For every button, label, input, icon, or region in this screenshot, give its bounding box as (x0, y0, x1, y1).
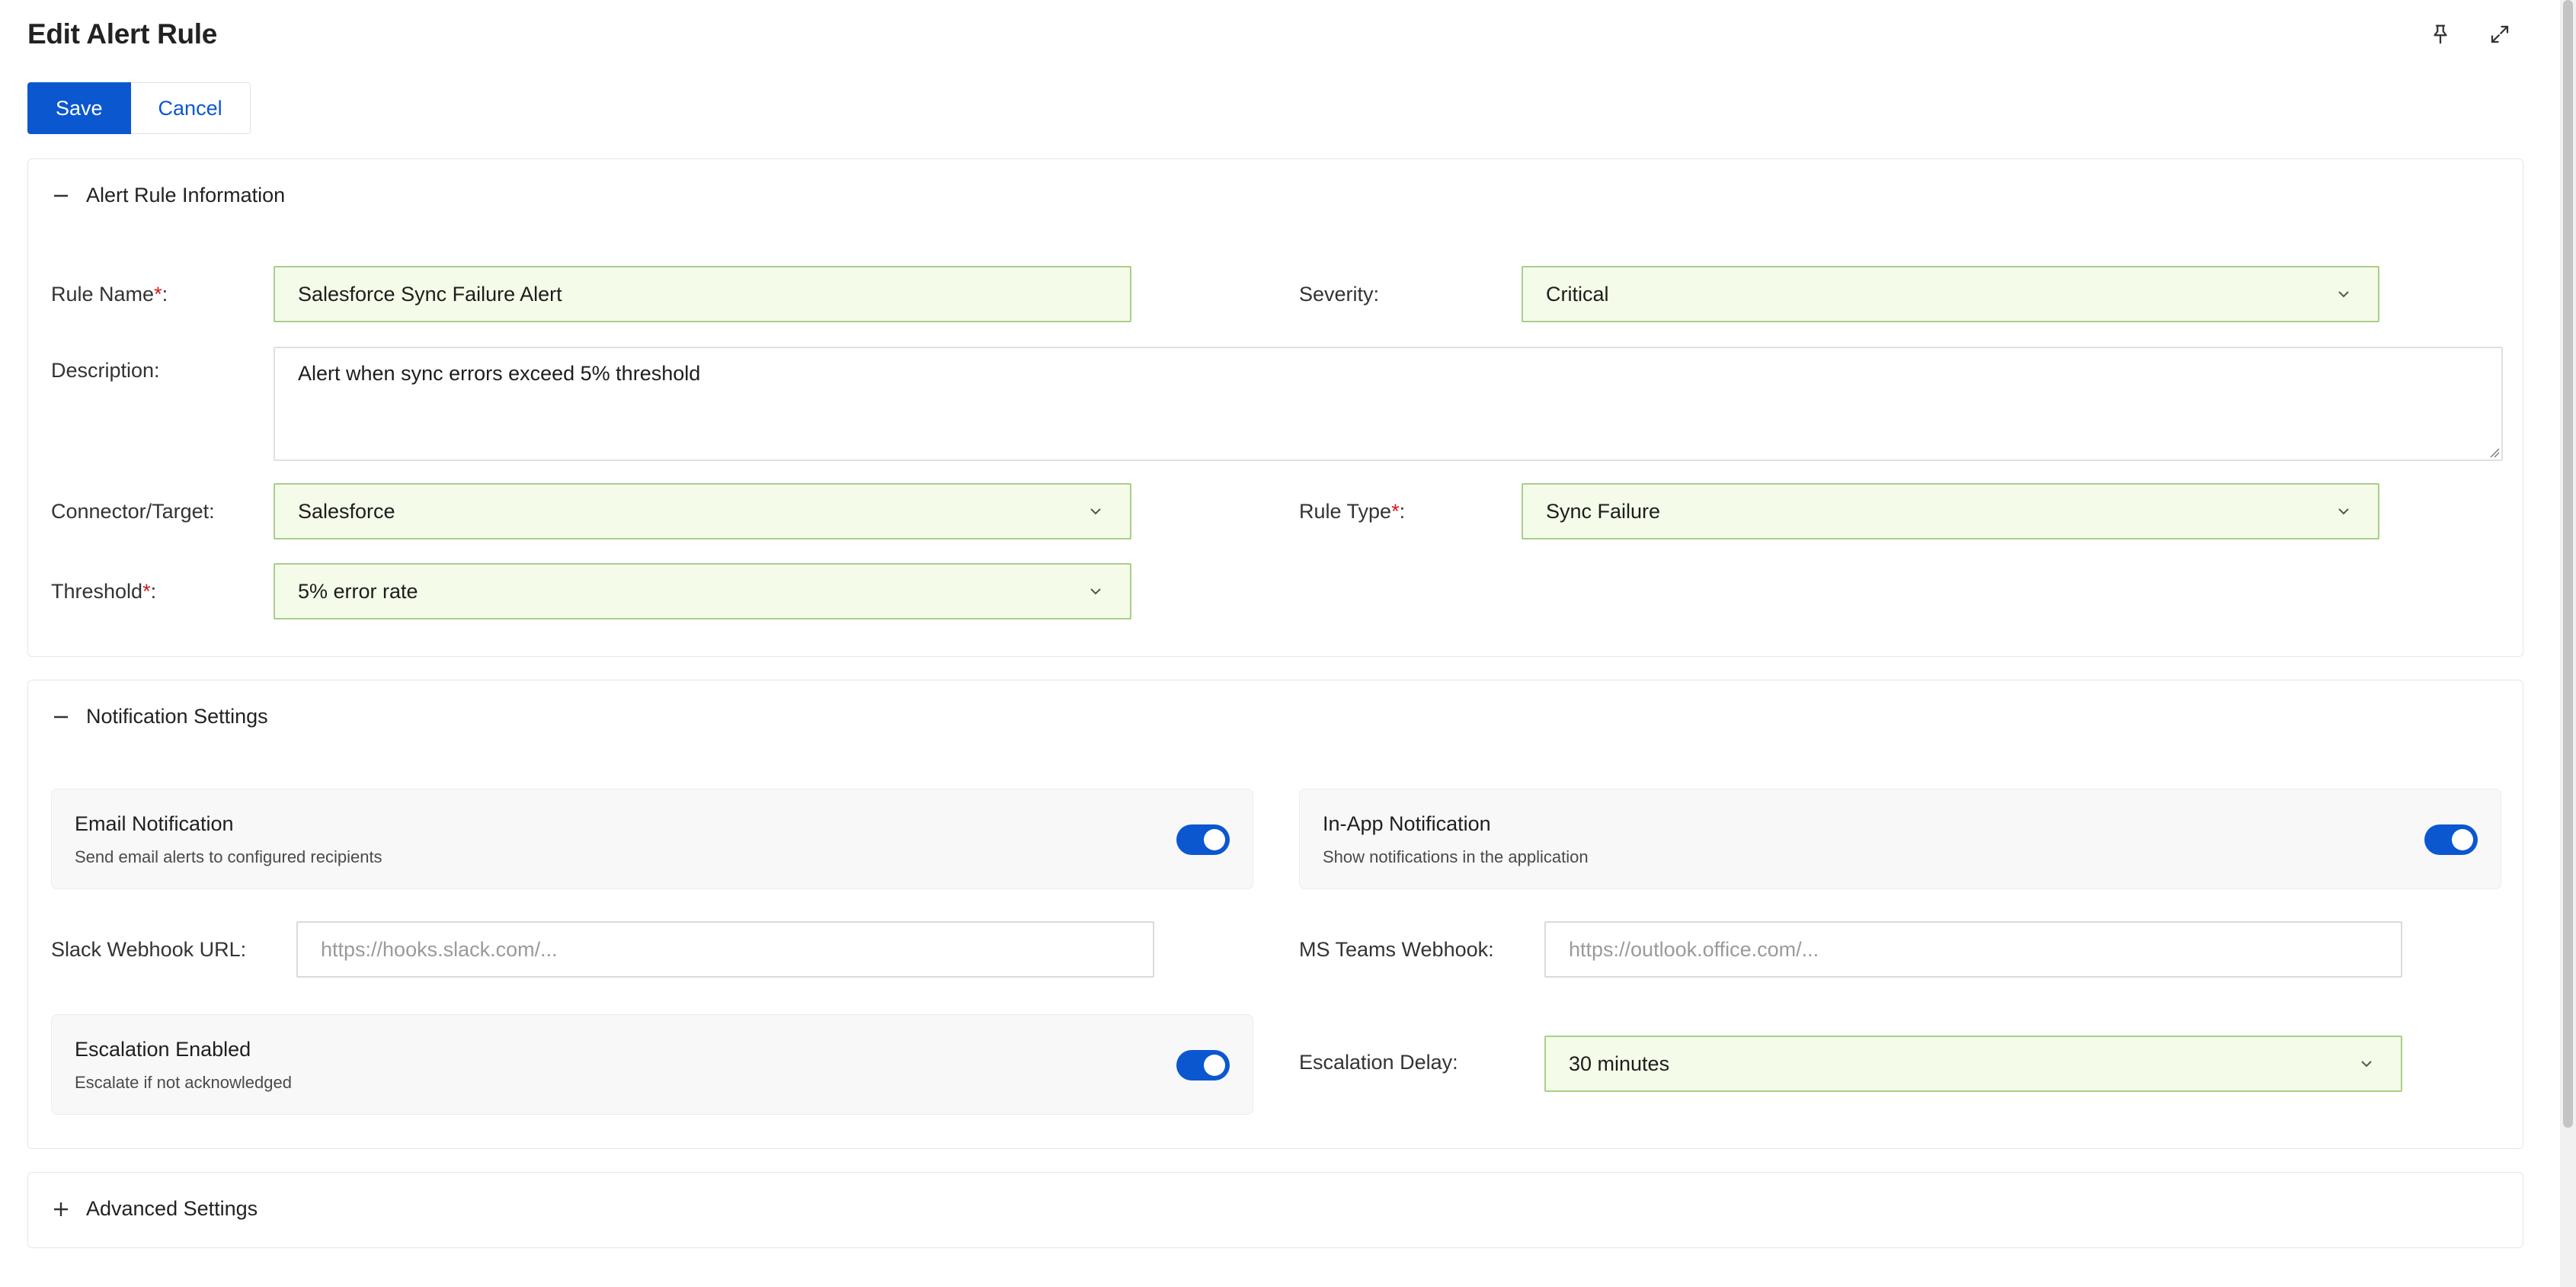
in-app-notification-title: In-App Notification (1323, 812, 1491, 835)
pin-icon[interactable] (2426, 20, 2455, 49)
escalation-enabled-subtitle: Escalate if not acknowledged (75, 1073, 292, 1092)
edit-alert-rule-page: Edit Alert Rule Save Cancel Alert Rule I… (0, 0, 2560, 1287)
chevron-down-icon (2361, 1061, 2372, 1068)
rule-type-label: Rule Type*: (1299, 500, 1405, 523)
scrollbar-thumb[interactable] (2563, 0, 2573, 1128)
advanced-settings-section: Advanced Settings (27, 1172, 2523, 1248)
rule-type-value: Sync Failure (1546, 499, 1661, 523)
threshold-label-text: Threshold (51, 580, 143, 603)
section-title: Notification Settings (86, 705, 268, 728)
escalation-enabled-card: Escalation Enabled Escalate if not ackno… (51, 1014, 1253, 1115)
email-notification-card: Email Notification Send email alerts to … (51, 789, 1253, 889)
slack-webhook-label: Slack Webhook URL: (51, 938, 247, 961)
rule-name-input[interactable]: Salesforce Sync Failure Alert (274, 266, 1131, 322)
section-title: Alert Rule Information (86, 184, 286, 206)
chevron-down-icon (2338, 291, 2349, 298)
escalation-delay-value: 30 minutes (1569, 1052, 1670, 1075)
email-notification-toggle[interactable] (1176, 824, 1230, 855)
severity-select[interactable]: Critical (1522, 266, 2379, 322)
plus-icon[interactable] (53, 1201, 69, 1218)
connector-target-label: Connector/Target: (51, 500, 215, 523)
email-notification-subtitle: Send email alerts to configured recipien… (75, 847, 382, 866)
rule-name-label-text: Rule Name (51, 283, 155, 306)
chevron-down-icon (1090, 588, 1101, 595)
form-actions: Save Cancel (27, 82, 251, 134)
rule-type-label-text: Rule Type (1299, 500, 1392, 523)
severity-value: Critical (1546, 282, 1609, 306)
ms-teams-webhook-label: MS Teams Webhook: (1299, 938, 1494, 961)
required-marker: * (154, 283, 162, 306)
threshold-select[interactable]: 5% error rate (274, 563, 1131, 619)
cancel-button[interactable]: Cancel (130, 82, 251, 134)
label-suffix: : (1399, 500, 1406, 523)
escalation-enabled-toggle[interactable] (1176, 1050, 1230, 1081)
connector-target-select[interactable]: Salesforce (274, 483, 1131, 539)
expand-icon[interactable] (2485, 20, 2514, 49)
label-suffix: : (162, 283, 168, 306)
vertical-scrollbar[interactable] (2560, 0, 2576, 1287)
severity-label: Severity: (1299, 283, 1380, 306)
header-actions (2426, 20, 2514, 49)
toggle-knob (2452, 829, 2473, 850)
label-suffix: : (150, 580, 157, 603)
alert-rule-information-header[interactable]: Alert Rule Information (53, 184, 285, 207)
description-value: Alert when sync errors exceed 5% thresho… (298, 362, 701, 385)
resize-handle-icon[interactable] (2488, 446, 2500, 458)
ms-teams-webhook-input[interactable]: https://outlook.office.com/... (1544, 921, 2402, 978)
section-title: Advanced Settings (86, 1197, 258, 1220)
notification-settings-header[interactable]: Notification Settings (53, 705, 268, 728)
toggle-knob (1204, 829, 1225, 850)
rule-name-value: Salesforce Sync Failure Alert (298, 282, 562, 306)
minus-icon[interactable] (53, 187, 69, 204)
page-title: Edit Alert Rule (27, 18, 218, 50)
rule-name-label: Rule Name*: (51, 283, 168, 306)
escalation-delay-label: Escalation Delay: (1299, 1051, 1458, 1074)
rule-type-select[interactable]: Sync Failure (1522, 483, 2379, 539)
description-label: Description: (51, 359, 160, 382)
in-app-notification-card: In-App Notification Show notifications i… (1299, 789, 2501, 889)
in-app-notification-subtitle: Show notifications in the application (1323, 847, 1589, 866)
chevron-down-icon (1090, 508, 1101, 515)
escalation-delay-select[interactable]: 30 minutes (1544, 1036, 2402, 1092)
threshold-value: 5% error rate (298, 579, 418, 603)
alert-rule-information-section: Alert Rule Information Rule Name*: Sales… (27, 158, 2523, 657)
threshold-label: Threshold*: (51, 580, 156, 603)
connector-target-value: Salesforce (298, 499, 395, 523)
chevron-down-icon (2338, 508, 2349, 515)
required-marker: * (142, 580, 151, 603)
toggle-knob (1204, 1055, 1225, 1076)
ms-teams-webhook-placeholder: https://outlook.office.com/... (1569, 937, 1819, 961)
advanced-settings-header[interactable]: Advanced Settings (53, 1197, 258, 1221)
notification-settings-section: Notification Settings Email Notification… (27, 680, 2523, 1149)
escalation-enabled-title: Escalation Enabled (75, 1038, 251, 1061)
email-notification-title: Email Notification (75, 812, 234, 835)
save-button[interactable]: Save (27, 82, 131, 134)
minus-icon[interactable] (53, 709, 69, 725)
slack-webhook-placeholder: https://hooks.slack.com/... (321, 937, 558, 961)
description-textarea[interactable]: Alert when sync errors exceed 5% thresho… (274, 347, 2503, 461)
required-marker: * (1391, 500, 1400, 523)
slack-webhook-input[interactable]: https://hooks.slack.com/... (296, 921, 1154, 978)
in-app-notification-toggle[interactable] (2424, 824, 2478, 855)
